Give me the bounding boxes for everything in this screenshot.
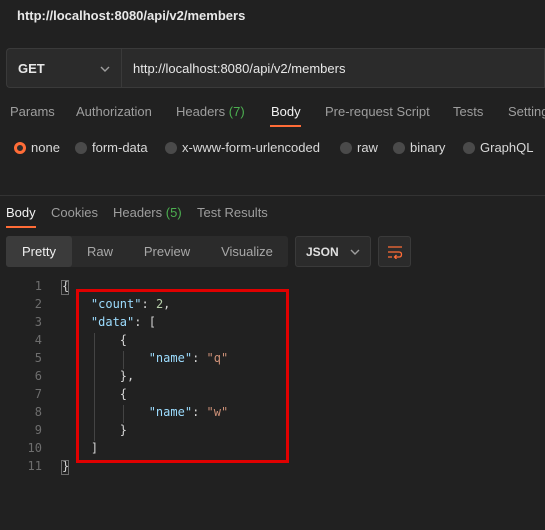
format-label: JSON xyxy=(306,244,339,259)
line-number: 10 xyxy=(27,441,42,455)
radio-label: x-www-form-urlencoded xyxy=(182,140,320,155)
radio-graphql[interactable]: GraphQL xyxy=(463,140,533,155)
line-number: 11 xyxy=(27,459,42,473)
tab-label: Body xyxy=(271,104,301,119)
resp-tab-headers[interactable]: Headers (5) xyxy=(113,205,182,220)
tab-headers[interactable]: Headers (7) xyxy=(176,104,245,119)
radio-label: none xyxy=(31,140,60,155)
view-pretty-button[interactable]: Pretty xyxy=(6,236,72,267)
method-select[interactable]: GET xyxy=(6,48,121,88)
radio-selected-icon xyxy=(14,141,26,154)
request-bar: GET http://localhost:8080/api/v2/members xyxy=(6,48,545,88)
tab-label: Params xyxy=(10,104,55,119)
active-tab-indicator xyxy=(270,125,301,127)
tab-settings[interactable]: Settings xyxy=(508,104,545,119)
wrap-lines-icon xyxy=(387,245,402,259)
tab-label: Tests xyxy=(453,104,484,119)
resp-tab-body[interactable]: Body xyxy=(6,205,36,220)
wrap-lines-button[interactable] xyxy=(378,236,411,267)
view-preview-button[interactable]: Preview xyxy=(128,236,206,267)
radio-none[interactable]: none xyxy=(14,140,60,155)
tab-label: Test Results xyxy=(197,205,268,220)
view-visualize-button[interactable]: Visualize xyxy=(206,236,288,267)
headers-count: (7) xyxy=(228,104,245,119)
tab-label: Settings xyxy=(508,104,545,119)
radio-label: binary xyxy=(410,140,446,155)
tab-label: Headers xyxy=(113,205,163,220)
response-tabs: Body Cookies Headers (5) Test Results xyxy=(0,205,545,227)
radio-label: form-data xyxy=(92,140,148,155)
bracket-match-marker xyxy=(61,280,69,295)
tab-label: Authorization xyxy=(76,104,152,119)
tab-pre-request-script[interactable]: Pre-request Script xyxy=(325,104,430,119)
line-number: 1 xyxy=(34,279,42,293)
format-select[interactable]: JSON xyxy=(295,236,371,267)
body-type-options: none form-data x-www-form-urlencoded raw… xyxy=(0,140,545,158)
bracket-match-marker xyxy=(61,460,69,475)
method-label: GET xyxy=(18,60,45,76)
url-input[interactable]: http://localhost:8080/api/v2/members xyxy=(121,48,545,88)
tab-authorization[interactable]: Authorization xyxy=(76,104,152,119)
chevron-down-icon xyxy=(100,66,110,72)
tab-tests[interactable]: Tests xyxy=(453,104,483,119)
radio-label: raw xyxy=(357,140,378,155)
section-divider xyxy=(0,195,545,196)
line-number: 5 xyxy=(34,351,42,365)
radio-form-data[interactable]: form-data xyxy=(75,140,148,155)
radio-x-www-form-urlencoded[interactable]: x-www-form-urlencoded xyxy=(165,140,320,155)
radio-label: GraphQL xyxy=(480,140,534,155)
view-raw-button[interactable]: Raw xyxy=(72,236,128,267)
radio-icon xyxy=(463,141,475,154)
radio-icon xyxy=(165,141,177,154)
line-number: 8 xyxy=(34,405,42,419)
line-number: 9 xyxy=(34,423,42,437)
tab-label: Body xyxy=(6,205,36,220)
resp-tab-test-results[interactable]: Test Results xyxy=(197,205,268,220)
line-number: 4 xyxy=(34,333,42,347)
red-highlight-box xyxy=(76,289,289,463)
tab-label: Pre-request Script xyxy=(325,104,430,119)
active-tab-indicator xyxy=(6,226,36,228)
resp-tab-cookies[interactable]: Cookies xyxy=(51,205,98,220)
tab-body[interactable]: Body xyxy=(271,104,301,119)
radio-icon xyxy=(75,141,87,154)
chevron-down-icon xyxy=(350,249,360,255)
radio-icon xyxy=(340,141,352,154)
view-mode-switch: Pretty Raw Preview Visualize xyxy=(6,236,288,267)
headers-count: (5) xyxy=(165,205,182,220)
line-number: 7 xyxy=(34,387,42,401)
tab-params[interactable]: Params xyxy=(10,104,55,119)
line-number: 6 xyxy=(34,369,42,383)
radio-icon xyxy=(393,141,405,154)
tab-label: Cookies xyxy=(51,205,98,220)
line-number: 2 xyxy=(34,297,42,311)
line-number: 3 xyxy=(34,315,42,329)
radio-raw[interactable]: raw xyxy=(340,140,378,155)
tab-label: Headers xyxy=(176,104,226,119)
radio-binary[interactable]: binary xyxy=(393,140,445,155)
request-title: http://localhost:8080/api/v2/members xyxy=(17,8,246,23)
